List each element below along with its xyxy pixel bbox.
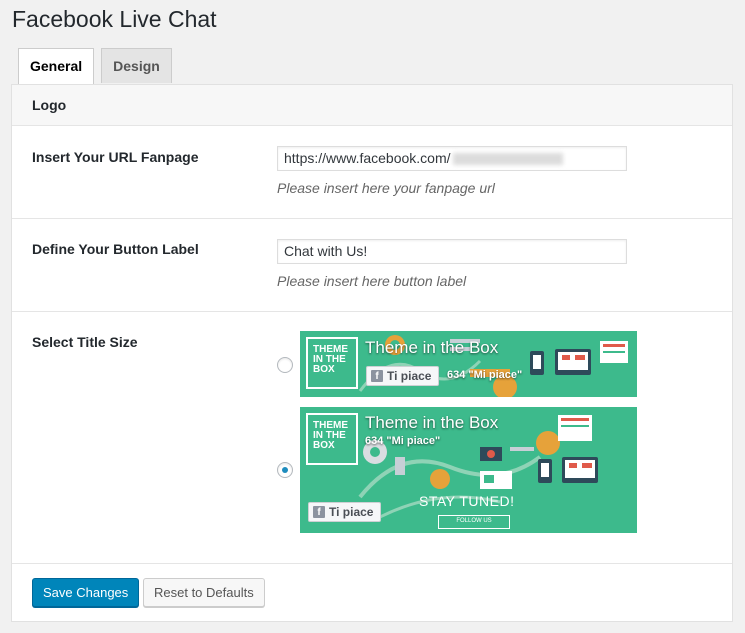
tab-general[interactable]: General <box>18 48 95 85</box>
title-size-large-radio[interactable] <box>277 462 293 478</box>
follow-badge: FOLLOW US <box>438 515 510 529</box>
page-title: Facebook Live Chat <box>12 6 217 32</box>
title-preview-small[interactable]: THEME IN THE BOX Theme in the Box f Ti p… <box>300 331 637 397</box>
tagline: STAY TUNED! <box>419 493 515 509</box>
button-label-input[interactable]: Chat with Us! <box>277 239 627 264</box>
likes-count: 634 "Mi piace" <box>365 435 441 447</box>
likes-count: 634 "Mi piace" <box>447 369 523 381</box>
button-label-hint: Please insert here button label <box>277 273 467 289</box>
like-button: f Ti piace <box>308 502 382 522</box>
facebook-f-icon: f <box>371 370 383 382</box>
button-label-label: Define Your Button Label <box>32 241 199 257</box>
brand-logo: THEME IN THE BOX <box>306 413 358 465</box>
redacted-text <box>452 153 563 166</box>
tab-design[interactable]: Design <box>101 48 172 83</box>
button-label-value: Chat with Us! <box>284 243 368 259</box>
settings-panel: Logo Insert Your URL Fanpage https://www… <box>11 84 733 622</box>
save-button[interactable]: Save Changes <box>32 578 140 607</box>
title-size-row: Select Title Size THEME IN THE BOX Theme… <box>12 312 732 564</box>
url-label: Insert Your URL Fanpage <box>32 149 199 165</box>
url-hint: Please insert here your fanpage url <box>277 180 495 196</box>
section-title: Logo <box>12 85 732 126</box>
url-row: Insert Your URL Fanpage https://www.face… <box>12 126 732 219</box>
page-name: Theme in the Box <box>365 413 499 432</box>
brand-logo: THEME IN THE BOX <box>306 337 358 389</box>
tab-bar: General Design <box>18 48 179 85</box>
url-input[interactable]: https://www.facebook.com/ <box>277 146 627 171</box>
page-name: Theme in the Box <box>365 338 499 357</box>
form-footer: Save Changes Reset to Defaults <box>12 563 732 621</box>
like-label: Ti piace <box>329 505 374 519</box>
url-value: https://www.facebook.com/ <box>284 150 451 166</box>
like-label: Ti piace <box>387 369 432 383</box>
button-label-row: Define Your Button Label Chat with Us! P… <box>12 219 732 312</box>
title-size-label: Select Title Size <box>32 334 138 350</box>
like-button: f Ti piace <box>366 366 440 386</box>
reset-button[interactable]: Reset to Defaults <box>143 578 265 607</box>
facebook-f-icon: f <box>313 506 325 518</box>
title-preview-large[interactable]: THEME IN THE BOX Theme in the Box 634 "M… <box>300 407 637 533</box>
title-size-small-radio[interactable] <box>277 357 293 373</box>
radio-selected-dot <box>282 467 288 473</box>
